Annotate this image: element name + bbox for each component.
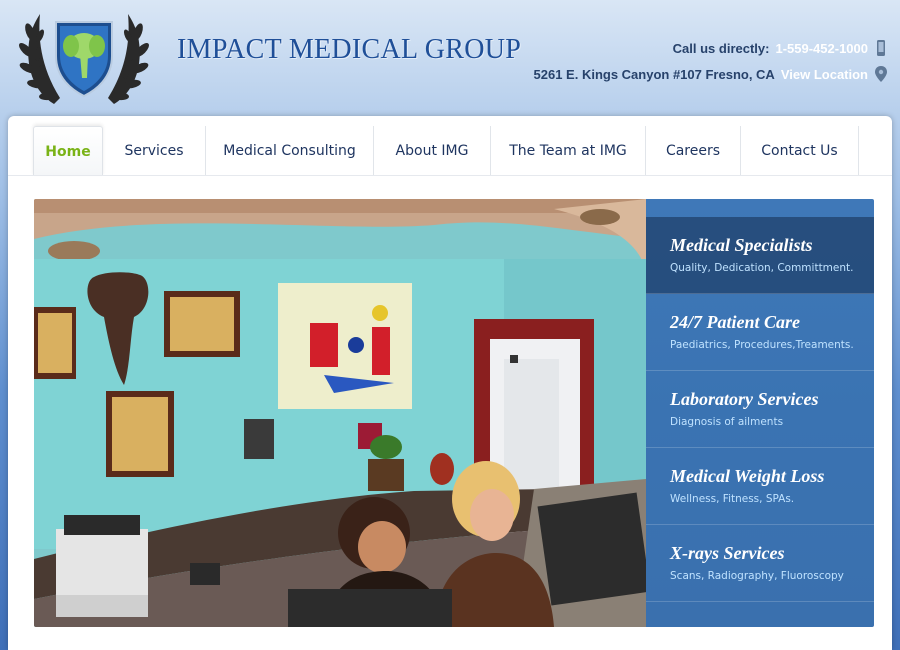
elephant-shield-laurel-icon[interactable] (16, 6, 152, 110)
slide-subtitle: Wellness, Fitness, SPAs. (670, 493, 795, 505)
nav-item-home[interactable]: Home (33, 126, 103, 176)
services-sidebar: Medical Specialists Quality, Dedication,… (646, 199, 874, 627)
main-nav: Home Services Medical Consulting About I… (33, 126, 859, 176)
map-pin-icon (875, 66, 887, 82)
site-header: IMPACT MEDICAL GROUP Call us directly: 1… (0, 0, 900, 118)
view-location-link[interactable]: View Location (781, 67, 868, 82)
phone-number[interactable]: 1-559-452-1000 (775, 41, 868, 56)
slide-title: Medical Specialists (670, 235, 813, 255)
slide-title: Laboratory Services (670, 389, 819, 409)
slide-subtitle: Scans, Radiography, Fluoroscopy (670, 570, 844, 582)
slide-tab-patient-care[interactable]: 24/7 Patient Care Paediatrics, Procedure… (646, 294, 874, 371)
medical-office-reception-photo (34, 199, 646, 627)
address-text: 5261 E. Kings Canyon #107 Fresno, CA (533, 66, 775, 82)
address-line: 5261 E. Kings Canyon #107 Fresno, CA Vie… (534, 66, 888, 82)
slide-subtitle: Quality, Dedication, Committment. (670, 262, 854, 274)
nav-item-careers[interactable]: Careers (646, 126, 741, 176)
call-label: Call us directly: (672, 40, 770, 56)
mobile-phone-icon (877, 40, 885, 56)
slide-title: 24/7 Patient Care (670, 312, 800, 332)
slide-title: Medical Weight Loss (670, 466, 825, 486)
nav-item-services[interactable]: Services (103, 126, 206, 176)
slide-tab-xrays-services[interactable]: X-rays Services Scans, Radiography, Fluo… (646, 525, 874, 602)
nav-item-about-img[interactable]: About IMG (374, 126, 491, 176)
slide-subtitle: Diagnosis of ailments (670, 416, 784, 428)
slide-title: X-rays Services (670, 543, 785, 563)
slide-tab-medical-specialists[interactable]: Medical Specialists Quality, Dedication,… (646, 217, 874, 294)
main-panel: Home Services Medical Consulting About I… (8, 116, 892, 650)
nav-divider (8, 175, 892, 176)
nav-item-team[interactable]: The Team at IMG (491, 126, 646, 176)
slide-subtitle: Paediatrics, Procedures,Treaments. (670, 339, 854, 351)
nav-item-contact-us[interactable]: Contact Us (741, 126, 859, 176)
nav-item-medical-consulting[interactable]: Medical Consulting (206, 126, 374, 176)
slide-tab-laboratory-services[interactable]: Laboratory Services Diagnosis of ailment… (646, 371, 874, 448)
phone-line: Call us directly: 1-559-452-1000 (673, 40, 888, 56)
hero-slider: Medical Specialists Quality, Dedication,… (34, 199, 874, 627)
slide-tab-weight-loss[interactable]: Medical Weight Loss Wellness, Fitness, S… (646, 448, 874, 525)
brand-name[interactable]: IMPACT MEDICAL GROUP (177, 34, 521, 66)
